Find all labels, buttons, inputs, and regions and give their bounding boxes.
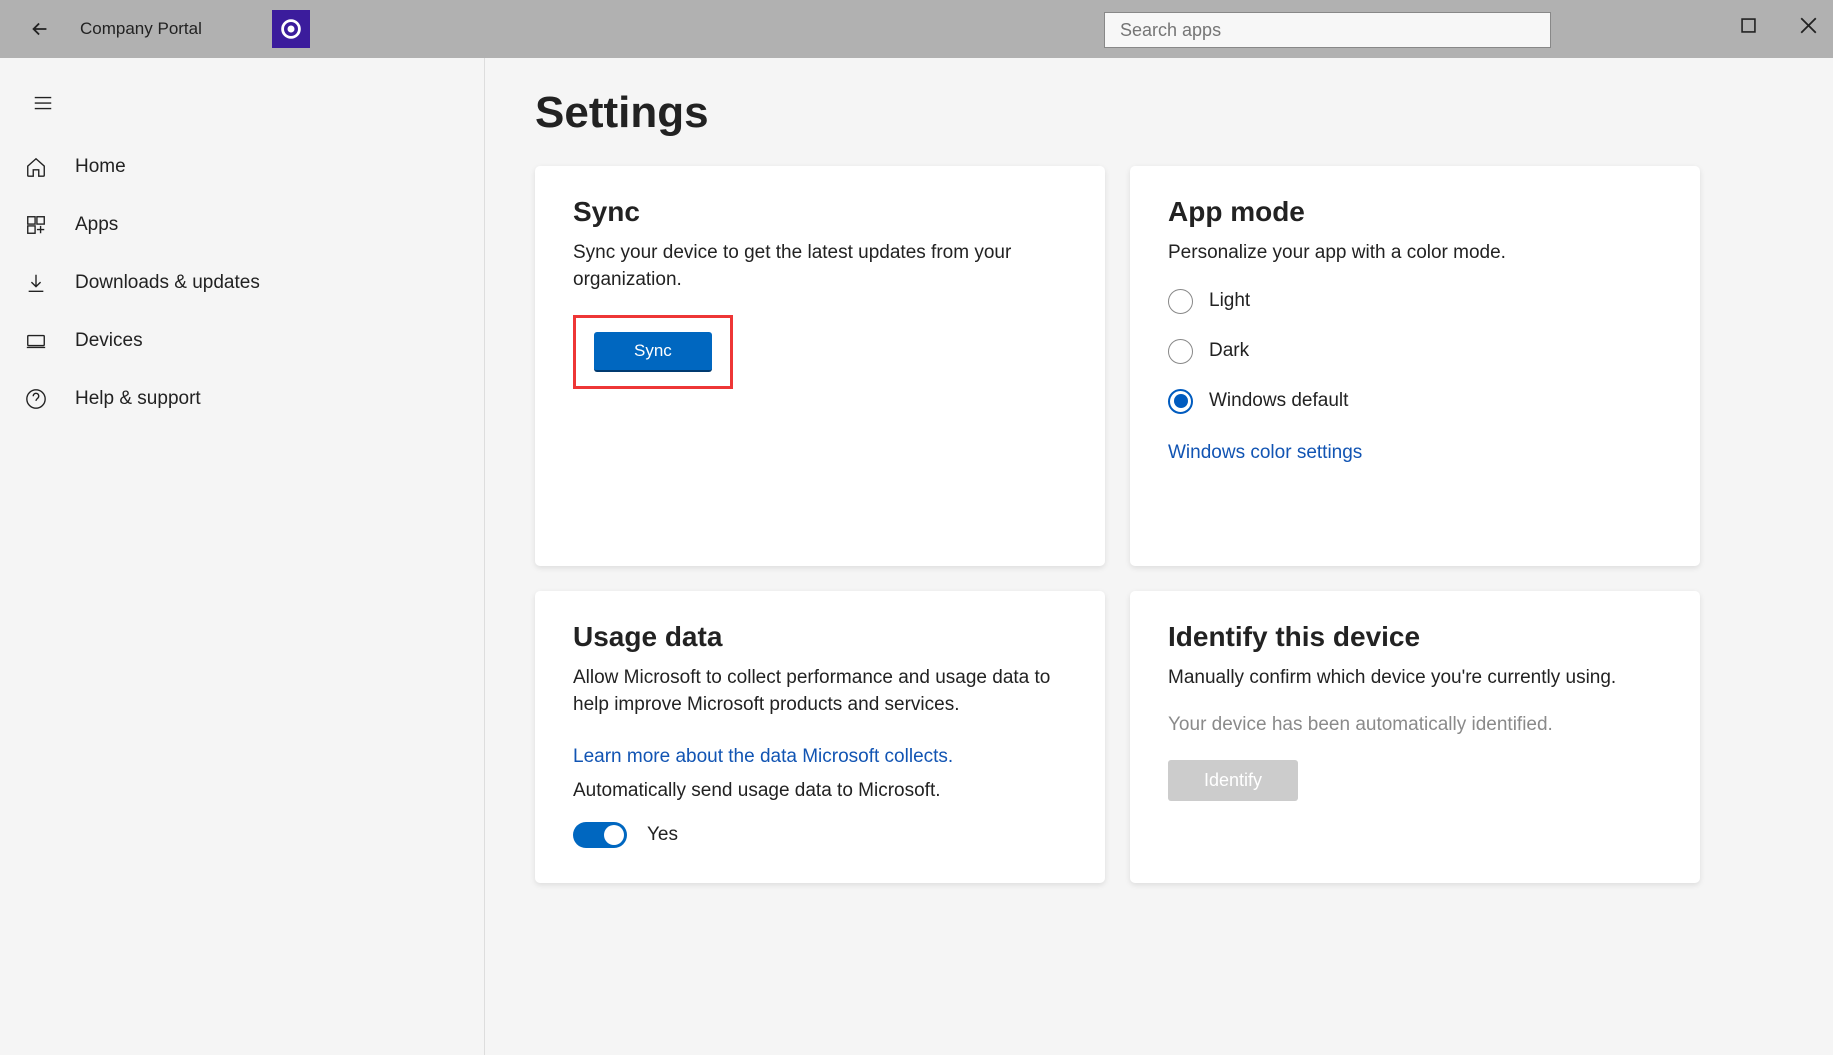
radio-label: Windows default (1209, 390, 1348, 412)
highlight-annotation: Sync (573, 315, 733, 389)
close-icon (1800, 17, 1817, 34)
usage-title: Usage data (573, 621, 1067, 653)
sync-card: Sync Sync your device to get the latest … (535, 166, 1105, 566)
radio-dark[interactable]: Dark (1168, 339, 1662, 364)
download-icon (25, 272, 47, 294)
search-input[interactable] (1104, 12, 1551, 48)
sidebar-item-label: Help & support (75, 388, 201, 410)
identify-button[interactable]: Identify (1168, 760, 1298, 801)
identify-title: Identify this device (1168, 621, 1662, 653)
close-button[interactable] (1793, 10, 1823, 40)
identify-card: Identify this device Manually confirm wh… (1130, 591, 1700, 883)
radio-label: Dark (1209, 340, 1249, 362)
hamburger-button[interactable] (18, 78, 68, 128)
sidebar-item-downloads[interactable]: Downloads & updates (0, 254, 484, 312)
arrow-left-icon (29, 18, 51, 40)
sidebar: Home Apps Downloads & updates Devices He… (0, 58, 485, 1055)
sync-title: Sync (573, 196, 1067, 228)
sidebar-item-help[interactable]: Help & support (0, 370, 484, 428)
radio-icon-selected (1168, 389, 1193, 414)
apps-icon (25, 214, 47, 236)
app-mode-title: App mode (1168, 196, 1662, 228)
back-button[interactable] (20, 9, 60, 49)
devices-icon (25, 330, 47, 352)
help-icon (25, 388, 47, 410)
usage-toggle-row: Yes (573, 822, 1067, 848)
radio-icon (1168, 289, 1193, 314)
radio-icon (1168, 339, 1193, 364)
sidebar-item-label: Home (75, 156, 126, 178)
hamburger-icon (32, 92, 54, 114)
sync-desc: Sync your device to get the latest updat… (573, 240, 1067, 293)
sidebar-item-apps[interactable]: Apps (0, 196, 484, 254)
maximize-button[interactable] (1733, 10, 1763, 40)
square-icon (1741, 18, 1756, 33)
sync-button[interactable]: Sync (594, 332, 712, 372)
sidebar-item-label: Apps (75, 214, 118, 236)
radio-light[interactable]: Light (1168, 289, 1662, 314)
app-title: Company Portal (80, 19, 202, 39)
title-bar: Company Portal (0, 0, 1833, 58)
radio-label: Light (1209, 290, 1250, 312)
window-controls (1733, 10, 1823, 40)
home-icon (25, 156, 47, 178)
app-mode-radio-group: Light Dark Windows default (1168, 289, 1662, 414)
radio-windows-default[interactable]: Windows default (1168, 389, 1662, 414)
usage-data-card: Usage data Allow Microsoft to collect pe… (535, 591, 1105, 883)
app-mode-desc: Personalize your app with a color mode. (1168, 240, 1662, 267)
sidebar-item-home[interactable]: Home (0, 138, 484, 196)
identify-status: Your device has been automatically ident… (1168, 714, 1662, 736)
app-mode-card: App mode Personalize your app with a col… (1130, 166, 1700, 566)
usage-auto-label: Automatically send usage data to Microso… (573, 780, 1067, 802)
identify-desc: Manually confirm which device you're cur… (1168, 665, 1662, 692)
sidebar-item-devices[interactable]: Devices (0, 312, 484, 370)
usage-toggle-label: Yes (647, 824, 678, 846)
usage-learn-more-link[interactable]: Learn more about the data Microsoft coll… (573, 746, 953, 768)
sidebar-item-label: Downloads & updates (75, 272, 260, 294)
usage-toggle[interactable] (573, 822, 627, 848)
app-logo (272, 10, 310, 48)
page-title: Settings (535, 88, 1783, 138)
color-settings-link[interactable]: Windows color settings (1168, 442, 1362, 464)
sidebar-item-label: Devices (75, 330, 143, 352)
usage-desc: Allow Microsoft to collect performance a… (573, 665, 1067, 718)
main-content: Settings Sync Sync your device to get th… (485, 58, 1833, 1055)
